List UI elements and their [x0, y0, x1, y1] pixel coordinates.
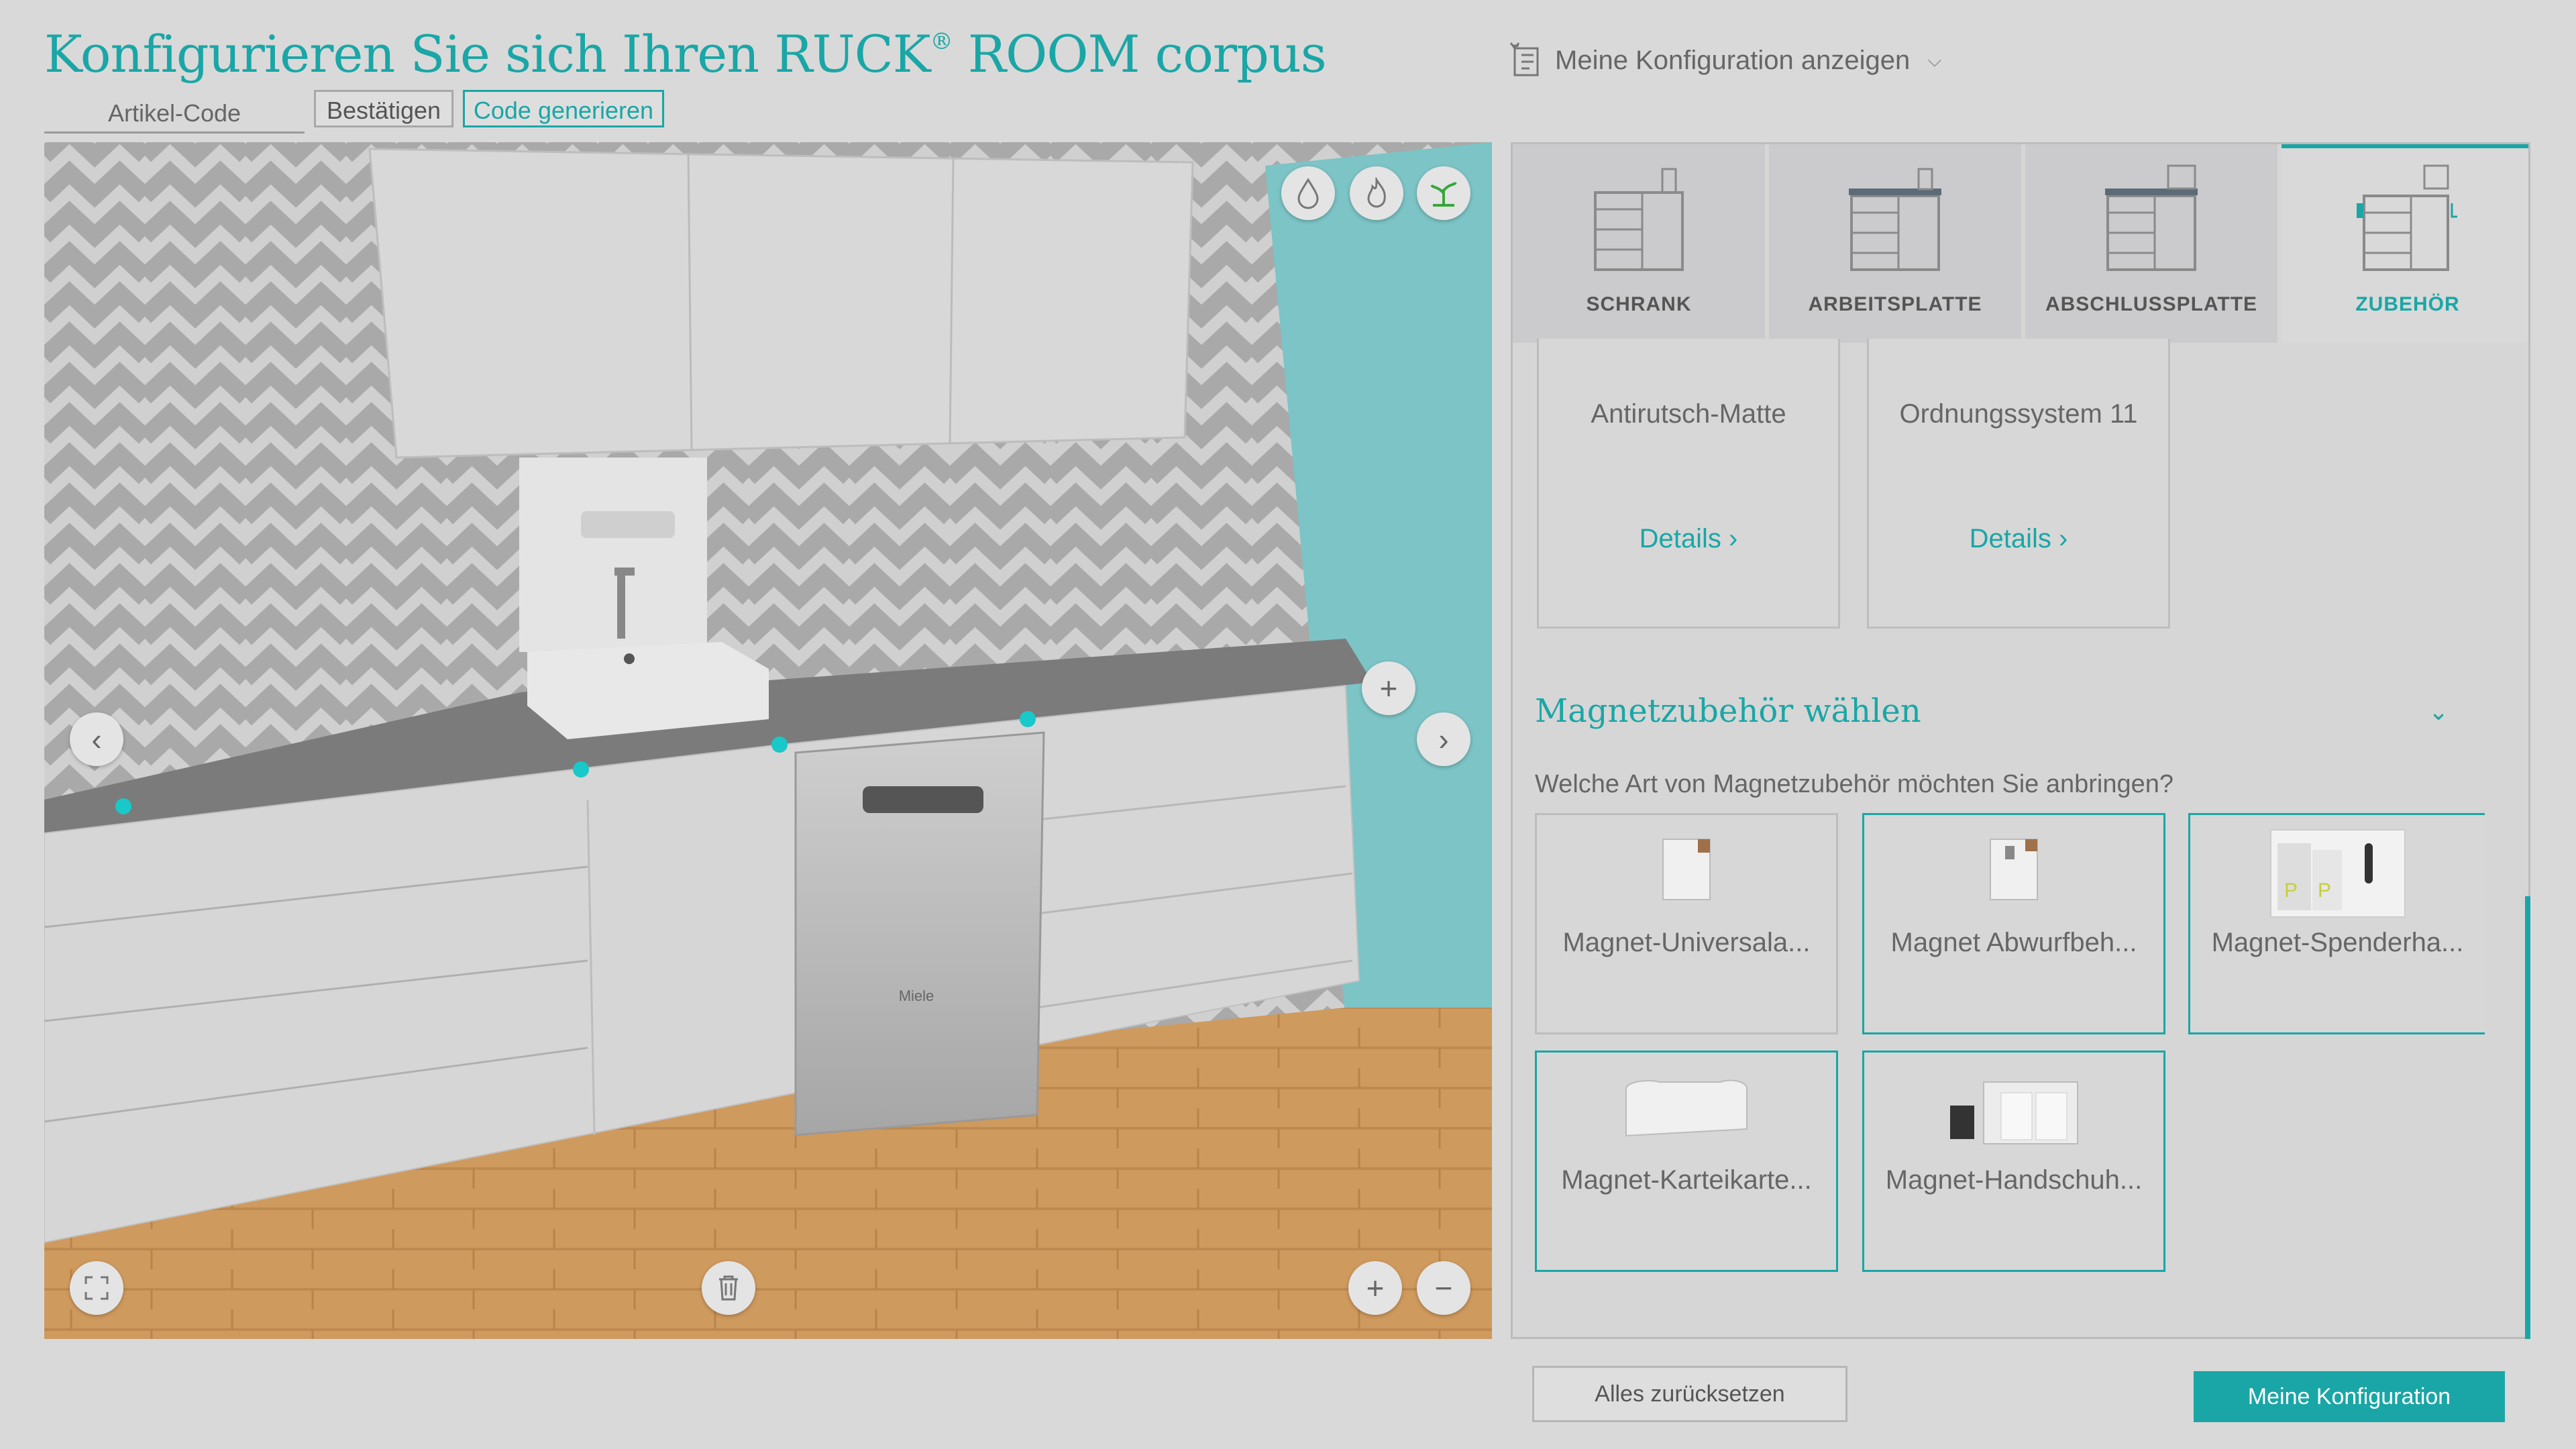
accessory-name: Ordnungssystem 11	[1899, 399, 2138, 429]
magnet-card-spenderhalter[interactable]: P P Magnet-Spenderha...	[2188, 813, 2485, 1034]
confirm-button[interactable]: Bestätigen	[314, 90, 453, 127]
zoom-in-icon[interactable]: +	[1348, 1261, 1402, 1315]
magnet-card-handschuh[interactable]: Magnet-Handschuh...	[1862, 1051, 2165, 1272]
tab-arbeitsplatte[interactable]: ARBEITSPLATTE	[1769, 144, 2021, 343]
details-link[interactable]: Details ›	[1869, 524, 2168, 554]
magnet-card-karteikarten[interactable]: Magnet-Karteikarte...	[1535, 1051, 1838, 1272]
universal-holder-image	[1662, 839, 1711, 900]
show-configuration-toggle[interactable]: Meine Konfiguration anzeigen ⌵	[1509, 42, 1942, 79]
fullscreen-icon[interactable]	[70, 1261, 123, 1315]
tab-schrank[interactable]: SCHRANK	[1513, 144, 1765, 343]
tab-abschlussplatte[interactable]: ABSCHLUSSPLATTE	[2025, 144, 2277, 343]
reset-all-button[interactable]: Alles zurücksetzen	[1532, 1366, 1847, 1422]
show-configuration-label: Meine Konfiguration anzeigen	[1555, 45, 1911, 75]
accessory-card-ordnungssystem-11[interactable]: Ordnungssystem 11 Details ›	[1867, 339, 2170, 629]
disposal-container-image	[1990, 839, 2038, 900]
svg-text:P: P	[2284, 879, 2298, 902]
magnet-accessory-question: Welche Art von Magnetzubehör möchten Sie…	[1535, 770, 2174, 798]
page-title: Konfigurieren Sie sich Ihren RUCK® ROOM …	[44, 24, 1327, 84]
magnet-card-universal[interactable]: Magnet-Universala...	[1535, 813, 1838, 1034]
accessories-icon	[2357, 164, 2457, 271]
water-icon[interactable]	[1281, 166, 1335, 220]
flame-icon[interactable]	[1350, 166, 1403, 220]
svg-text:Miele: Miele	[899, 987, 934, 1004]
accessory-card-antirutsch-matte[interactable]: Antirutsch-Matte Details ›	[1537, 339, 1840, 629]
chevron-down-icon[interactable]: ⌄	[2428, 698, 2449, 726]
trash-icon[interactable]	[702, 1261, 755, 1315]
kitchen-3d-viewer[interactable]: Miele ‹ › + + −	[44, 142, 1492, 1339]
end-panel-icon	[2105, 164, 2198, 271]
magnet-accessory-heading[interactable]: Magnetzubehör wählen	[1535, 692, 1921, 730]
chevron-right-icon[interactable]: ›	[1417, 712, 1470, 766]
chevron-down-icon: ⌵	[1927, 49, 1942, 70]
panel-scrollbar[interactable]	[2525, 896, 2530, 1339]
svg-text:P: P	[2318, 879, 2331, 902]
kitchen-scene: Miele	[44, 142, 1492, 1339]
chevron-left-icon[interactable]: ‹	[70, 712, 123, 766]
upper-cabinets	[368, 148, 1194, 459]
accessory-name: Antirutsch-Matte	[1591, 399, 1786, 429]
plant-icon[interactable]	[1417, 166, 1470, 220]
zoom-out-icon[interactable]: −	[1417, 1261, 1470, 1315]
configuration-list-icon	[1509, 42, 1539, 76]
dispenser-holder-image: P P	[2269, 829, 2406, 918]
glove-holder-image	[1950, 1081, 2078, 1144]
magnet-card-abwurfbehaelter[interactable]: Magnet Abwurfbeh...	[1862, 813, 2165, 1034]
my-configuration-button[interactable]: Meine Konfiguration	[2194, 1371, 2505, 1422]
cabinet-icon	[1594, 168, 1684, 271]
tab-zubehoer[interactable]: ZUBEHÖR	[2282, 144, 2528, 343]
worktop-icon	[1849, 168, 1941, 271]
article-code-input[interactable]: Artikel-Code	[44, 94, 305, 133]
generate-code-button[interactable]: Code generieren	[463, 90, 664, 127]
card-holder-image	[1625, 1079, 1748, 1137]
details-link[interactable]: Details ›	[1539, 524, 1838, 554]
plus-icon[interactable]: +	[1362, 661, 1415, 715]
